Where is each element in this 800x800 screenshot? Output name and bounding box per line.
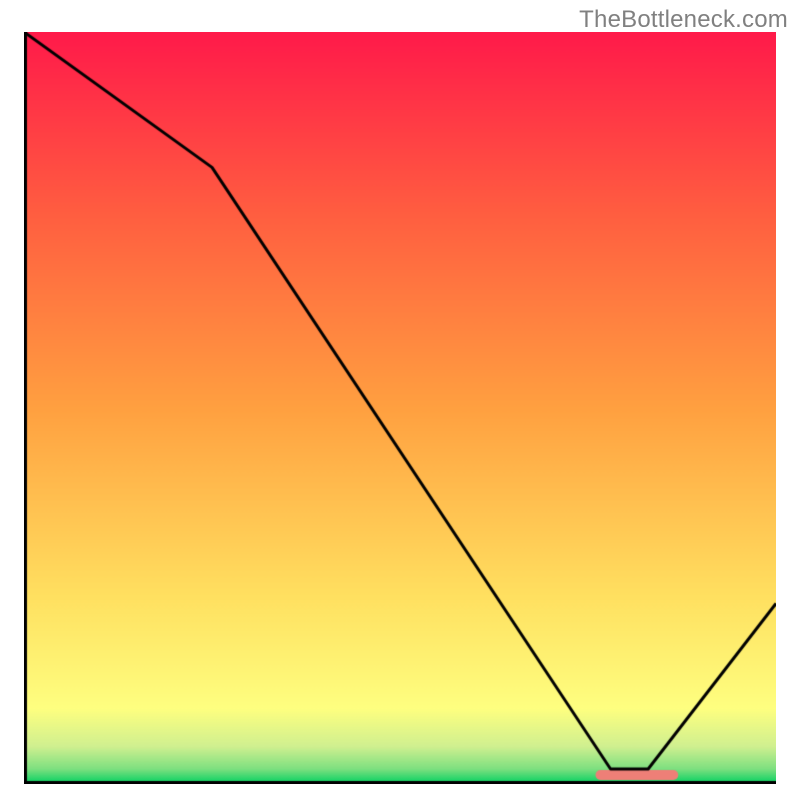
axes — [24, 32, 776, 784]
plot-area — [24, 32, 776, 784]
attribution-text: TheBottleneck.com — [579, 6, 788, 34]
chart-container: TheBottleneck.com — [0, 0, 800, 800]
